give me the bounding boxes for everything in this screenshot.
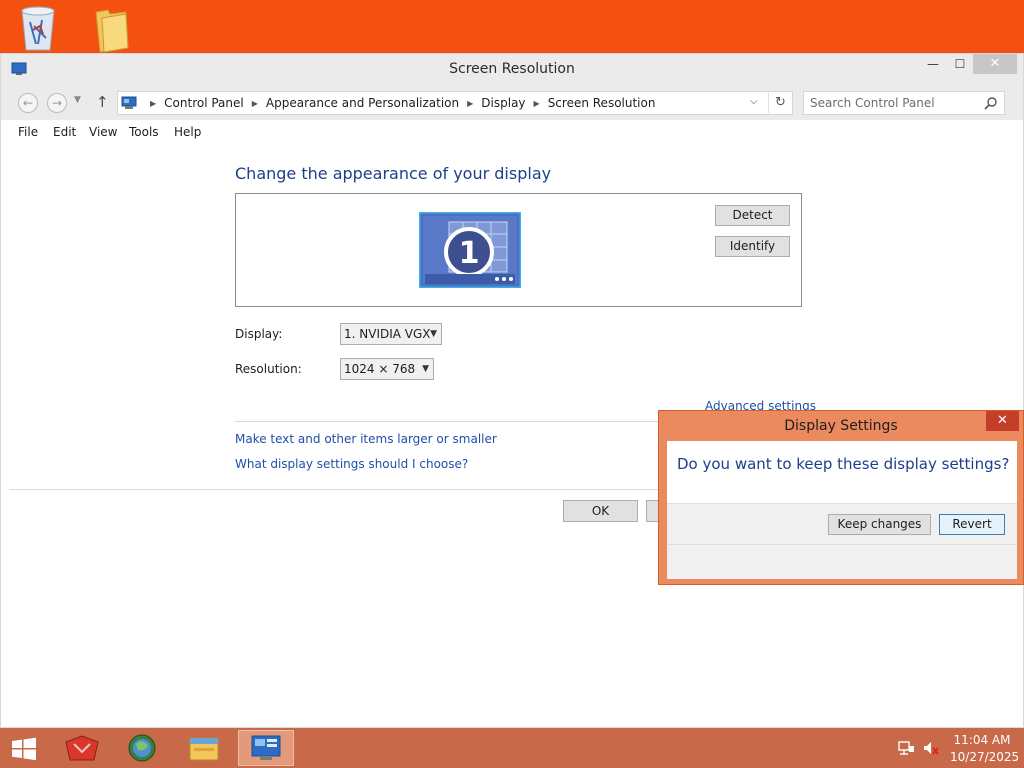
menu-edit[interactable]: Edit: [53, 125, 76, 139]
search-box[interactable]: [803, 91, 1005, 115]
screen-resolution-window: Screen Resolution — ☐ ✕ ← → ▼ ↑ ▶ Control…: [0, 53, 1024, 728]
monitor-preview-area: 1 Detect Identify: [235, 193, 802, 307]
app-icon[interactable]: [54, 730, 110, 766]
menu-help[interactable]: Help: [174, 125, 201, 139]
window-title: Screen Resolution: [449, 61, 575, 77]
display-select-value: 1. NVIDIA VGX: [344, 327, 431, 341]
chevron-down-icon: ▼: [422, 364, 429, 374]
keep-changes-button[interactable]: Keep changes: [828, 514, 931, 535]
recent-locations-icon[interactable]: ▼: [74, 95, 81, 105]
title-bar[interactable]: Screen Resolution — ☐ ✕: [1, 54, 1023, 84]
menu-bar: File Edit View Tools Help: [1, 120, 1023, 144]
dialog-message: Do you want to keep these display settin…: [677, 455, 1010, 473]
clock-time[interactable]: 11:04 AM: [950, 733, 1014, 747]
dialog-footer: [667, 545, 1017, 579]
navigation-bar: ← → ▼ ↑ ▶ Control Panel ▶ Appearance and Pe…: [1, 84, 1023, 120]
back-icon[interactable]: ←: [18, 93, 38, 113]
clock-date[interactable]: 10/27/2025: [950, 750, 1019, 764]
detect-button[interactable]: Detect: [715, 205, 790, 226]
breadcrumb-appearance[interactable]: Appearance and Personalization: [266, 96, 459, 110]
dialog-close-button[interactable]: ✕: [986, 411, 1019, 431]
resolution-select-value: 1024 × 768: [344, 362, 416, 376]
breadcrumb-control-panel[interactable]: Control Panel: [164, 96, 244, 110]
ok-button[interactable]: OK: [563, 500, 638, 522]
resolution-label: Resolution:: [235, 362, 302, 376]
volume-muted-icon[interactable]: [922, 740, 940, 756]
search-input[interactable]: [810, 95, 980, 111]
make-text-larger-link[interactable]: Make text and other items larger or smal…: [235, 432, 497, 446]
forward-icon[interactable]: →: [47, 93, 67, 113]
menu-view[interactable]: View: [89, 125, 117, 139]
chevron-right-icon[interactable]: ▶: [252, 99, 258, 108]
resolution-select[interactable]: 1024 × 768 ▼: [340, 358, 434, 380]
menu-tools[interactable]: Tools: [129, 125, 159, 139]
chevron-right-icon: ▶: [150, 99, 157, 108]
minimize-button[interactable]: —: [919, 54, 947, 74]
network-icon[interactable]: [897, 740, 915, 756]
breadcrumb-screen-resolution[interactable]: Screen Resolution: [548, 96, 656, 110]
dialog-body: Do you want to keep these display settin…: [667, 441, 1017, 579]
display-label: Display:: [235, 327, 283, 341]
chevron-right-icon[interactable]: ▶: [534, 99, 540, 108]
chevron-down-icon[interactable]: ⌵: [750, 96, 758, 107]
address-bar[interactable]: ▶ Control Panel ▶ Appearance and Personaliz…: [117, 91, 793, 115]
windows-start-icon[interactable]: [10, 737, 38, 761]
folder-icon[interactable]: [90, 4, 134, 54]
maximize-button[interactable]: ☐: [947, 54, 973, 74]
menu-file[interactable]: File: [18, 125, 38, 139]
identify-button[interactable]: Identify: [715, 236, 790, 257]
display-select[interactable]: 1. NVIDIA VGX ▼: [340, 323, 442, 345]
control-panel-icon[interactable]: [238, 730, 294, 766]
monitor-number: 1: [459, 236, 480, 271]
close-button[interactable]: ✕: [973, 54, 1017, 74]
taskbar: 11:04 AM 10/27/2025: [0, 728, 1024, 768]
recycle-bin-icon[interactable]: [16, 4, 60, 54]
display-settings-dialog: Display Settings ✕ Do you want to keep t…: [658, 410, 1024, 585]
display-settings-help-link[interactable]: What display settings should I choose?: [235, 457, 468, 471]
breadcrumb-display[interactable]: Display: [481, 96, 525, 110]
monitor-1-icon[interactable]: 1: [419, 212, 521, 288]
dialog-actions: Keep changes Revert: [667, 503, 1017, 545]
file-explorer-icon[interactable]: [176, 730, 232, 766]
search-icon[interactable]: [984, 96, 998, 110]
refresh-icon[interactable]: ↻: [768, 93, 792, 113]
revert-button[interactable]: Revert: [939, 514, 1005, 535]
chevron-down-icon: ▼: [430, 329, 437, 339]
chevron-right-icon[interactable]: ▶: [467, 99, 473, 108]
page-title: Change the appearance of your display: [235, 164, 552, 183]
breadcrumb: ▶ Control Panel ▶ Appearance and Personaliz…: [142, 96, 655, 110]
control-panel-icon: [121, 96, 137, 109]
up-arrow-icon[interactable]: ↑: [96, 93, 109, 111]
browser-icon[interactable]: [114, 730, 170, 766]
dialog-title: Display Settings: [784, 418, 898, 434]
